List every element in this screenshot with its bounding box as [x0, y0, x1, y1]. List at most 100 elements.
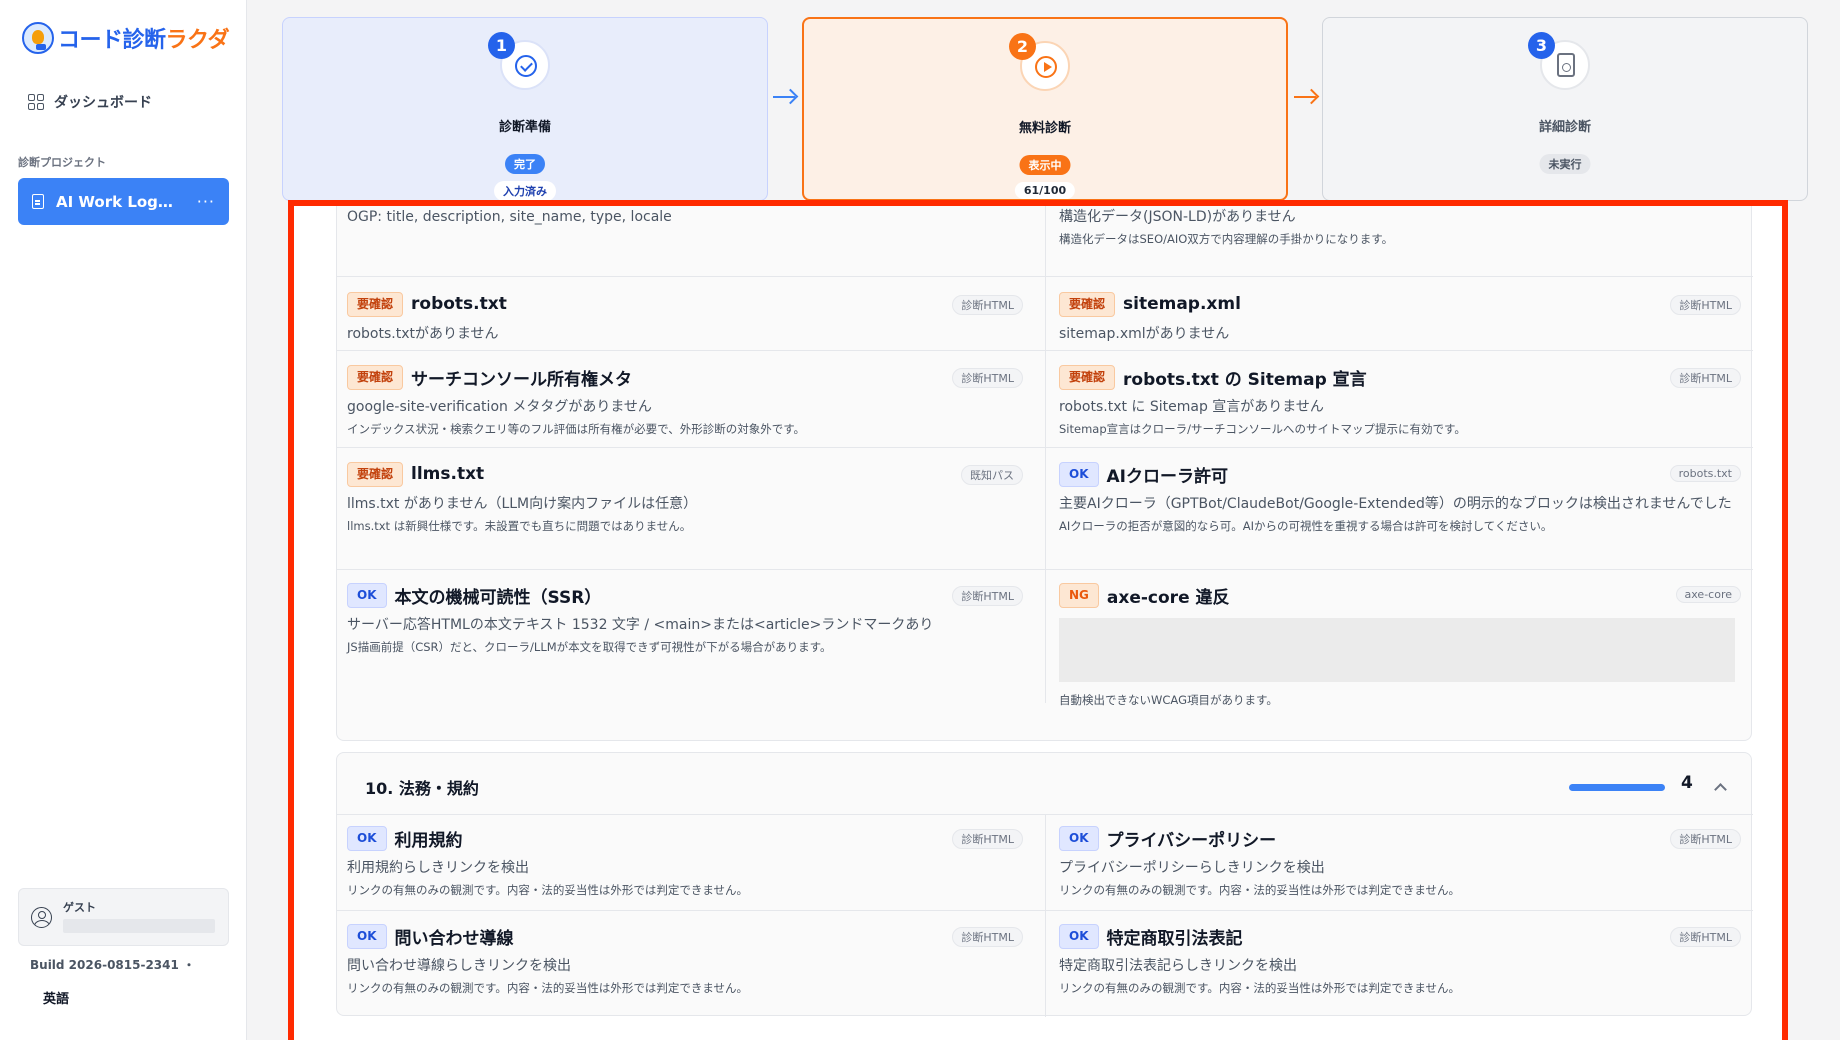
status-badge: 要確認: [1059, 364, 1116, 390]
source-tag: 診断HTML: [1670, 368, 1741, 388]
sidebar-item-dashboard[interactable]: ダッシュボード: [28, 92, 152, 112]
build-info: Build 2026-0815-2341 ・: [30, 958, 196, 972]
arrow-right-icon: [1294, 96, 1316, 98]
check-title: 特定商取引法表記: [1106, 928, 1243, 949]
source-tag: 診断HTML: [952, 295, 1023, 315]
sidebar-item-label: ダッシュボード: [54, 95, 152, 111]
step-title: 無料診断: [1018, 121, 1071, 136]
check-note: AIクローラの拒否が意図的なら可。AIからの可視性を重視する場合は許可を検討して…: [1059, 519, 1553, 533]
check-title: llms.txt: [411, 464, 485, 484]
check-title: 本文の機械可読性（SSR）: [394, 587, 602, 608]
column-divider: [1045, 815, 1046, 1017]
check-item: 要確認 サーチコンソール所有権メタ 診断HTML google-site-verif…: [347, 364, 1023, 438]
check-title: 問い合わせ導線: [394, 928, 514, 949]
group-title: 10. 法務・規約: [365, 779, 479, 798]
step-detailed-diagnosis[interactable]: 3 詳細診断 未実行: [1322, 17, 1808, 201]
check-note: Sitemap宣言はクローラ/サーチコンソールへのサイトマップ提示に有効です。: [1059, 422, 1466, 436]
user-icon: [31, 907, 52, 928]
guest-label: ゲスト: [63, 901, 96, 914]
step-status-badge: 完了: [505, 154, 545, 174]
source-tag: 診断HTML: [1670, 927, 1741, 947]
dashboard-grid-icon: [28, 94, 44, 110]
step-status-badge: 表示中: [1019, 155, 1071, 175]
status-badge: OK: [347, 825, 387, 851]
sidebar-item-project[interactable]: AI Work Log… ···: [18, 178, 229, 225]
status-badge: 要確認: [347, 291, 404, 317]
result-group-legal: 10. 法務・規約 4 OK 利用規約 診断HTML 利用規約らしきリンクを検出 リ…: [336, 752, 1753, 1017]
check-item: OK 特定商取引法表記 診断HTML 特定商取引法表記らしきリンクを検出 リンクの有…: [1059, 923, 1741, 997]
check-desc: プライバシーポリシーらしきリンクを検出: [1059, 860, 1325, 876]
check-title: AIクローラ許可: [1106, 466, 1228, 487]
source-tag: 診断HTML: [1670, 295, 1741, 315]
source-tag: 診断HTML: [952, 368, 1023, 388]
check-desc: 利用規約らしきリンクを検出: [347, 860, 529, 876]
redacted-details: [1059, 618, 1735, 682]
language-switch[interactable]: 英語: [43, 988, 69, 1007]
check-desc: 問い合わせ導線らしきリンクを検出: [347, 958, 571, 974]
step-free-diagnosis[interactable]: 2 無料診断 表示中 61/100: [802, 17, 1288, 201]
check-item: 要確認 robots.txt 診断HTML robots.txtがありません: [347, 291, 1023, 346]
logo-text: コード診断ラクダ: [58, 28, 230, 53]
check-item: OK 本文の機械可読性（SSR） 診断HTML サーバー応答HTMLの本文テキスト …: [347, 582, 1023, 656]
check-item: OGP: title, description, site_name, type…: [347, 206, 1023, 229]
check-desc: 構造化データ(JSON-LD)がありません: [1059, 209, 1296, 225]
camel-logo-icon: [22, 22, 54, 54]
status-badge: OK: [1059, 461, 1099, 487]
step-status-badge: 未実行: [1539, 154, 1591, 174]
step-number: 1: [488, 32, 515, 59]
check-desc: OGP: title, description, site_name, type…: [347, 209, 672, 225]
status-badge: OK: [1059, 923, 1099, 949]
check-title: 利用規約: [394, 830, 463, 851]
results-panel: OGP: title, description, site_name, type…: [288, 200, 1788, 1040]
check-item: OK 問い合わせ導線 診断HTML 問い合わせ導線らしきリンクを検出 リンクの有無の…: [347, 923, 1023, 997]
check-item: 要確認 llms.txt 既知パス llms.txt がありません（LLM向け案内フ…: [347, 461, 1023, 535]
source-tag: 既知パス: [961, 465, 1023, 485]
check-item: OK AIクローラ許可 robots.txt 主要AIクローラ（GPTBot/Cla…: [1059, 461, 1741, 535]
check-title: robots.txt の Sitemap 宣言: [1123, 369, 1367, 390]
check-desc: google-site-verification メタタグがありません: [347, 399, 652, 415]
source-tag: 診断HTML: [1670, 829, 1741, 849]
check-note: llms.txt は新興仕様です。未設置でも直ちに問題ではありません。: [347, 519, 692, 533]
check-title: robots.txt: [411, 294, 507, 314]
source-tag: 診断HTML: [952, 586, 1023, 606]
step-number: 3: [1528, 32, 1555, 59]
row-divider: [337, 569, 1753, 570]
check-desc: 主要AIクローラ（GPTBot/ClaudeBot/Google-Extende…: [1059, 496, 1732, 512]
step-prepare[interactable]: 1 診断準備 完了 入力済み: [282, 17, 768, 201]
check-circle-icon: [515, 55, 537, 77]
status-badge: OK: [347, 582, 387, 608]
result-group: OGP: title, description, site_name, type…: [336, 206, 1753, 741]
source-tag: axe-core: [1675, 586, 1741, 603]
project-label: AI Work Log…: [56, 192, 173, 211]
step-substatus: 入力済み: [494, 181, 556, 201]
check-title: sitemap.xml: [1123, 294, 1241, 314]
check-note: リンクの有無のみの観測です。内容・法的妥当性は外形では判定できません。: [347, 981, 749, 995]
step-score: 61/100: [1014, 182, 1076, 199]
arrow-right-icon: [773, 96, 795, 98]
app-logo[interactable]: コード診断ラクダ: [22, 22, 230, 54]
redacted-user-id: [63, 919, 215, 933]
more-options-icon[interactable]: ···: [197, 192, 215, 211]
step-number: 2: [1009, 33, 1036, 60]
check-item: NG axe-core 違反 axe-core 自動検出できないWCAG項目がありま…: [1059, 582, 1741, 709]
group-count: 4: [1681, 773, 1693, 793]
user-account-card[interactable]: ゲスト: [18, 888, 229, 946]
section-label-projects: 診断プロジェクト: [18, 156, 106, 169]
check-item: 要確認 sitemap.xml 診断HTML sitemap.xmlがありません: [1059, 291, 1741, 346]
chevron-up-icon[interactable]: [1714, 783, 1727, 796]
file-search-icon: [1557, 53, 1575, 77]
check-note: JS描画前提（CSR）だと、クローラ/LLMが本文を取得できず可視性が下がる場合…: [347, 640, 832, 654]
step-title: 詳細診断: [1538, 120, 1591, 135]
step-title: 診断準備: [498, 120, 551, 135]
check-desc: sitemap.xmlがありません: [1059, 326, 1230, 342]
source-tag: 診断HTML: [952, 829, 1023, 849]
check-note: インデックス状況・検索クエリ等のフル評価は所有権が必要で、外形診断の対象外です。: [347, 422, 806, 436]
play-circle-icon: [1035, 56, 1057, 78]
check-item: OK 利用規約 診断HTML 利用規約らしきリンクを検出 リンクの有無のみの観測です…: [347, 825, 1023, 899]
check-note: 自動検出できないWCAG項目があります。: [1059, 693, 1278, 707]
check-desc: robots.txtがありません: [347, 326, 499, 342]
document-icon: [32, 194, 44, 209]
row-divider: [337, 447, 1753, 448]
group-progress-bar: [1569, 784, 1665, 791]
status-badge: 要確認: [347, 364, 404, 390]
